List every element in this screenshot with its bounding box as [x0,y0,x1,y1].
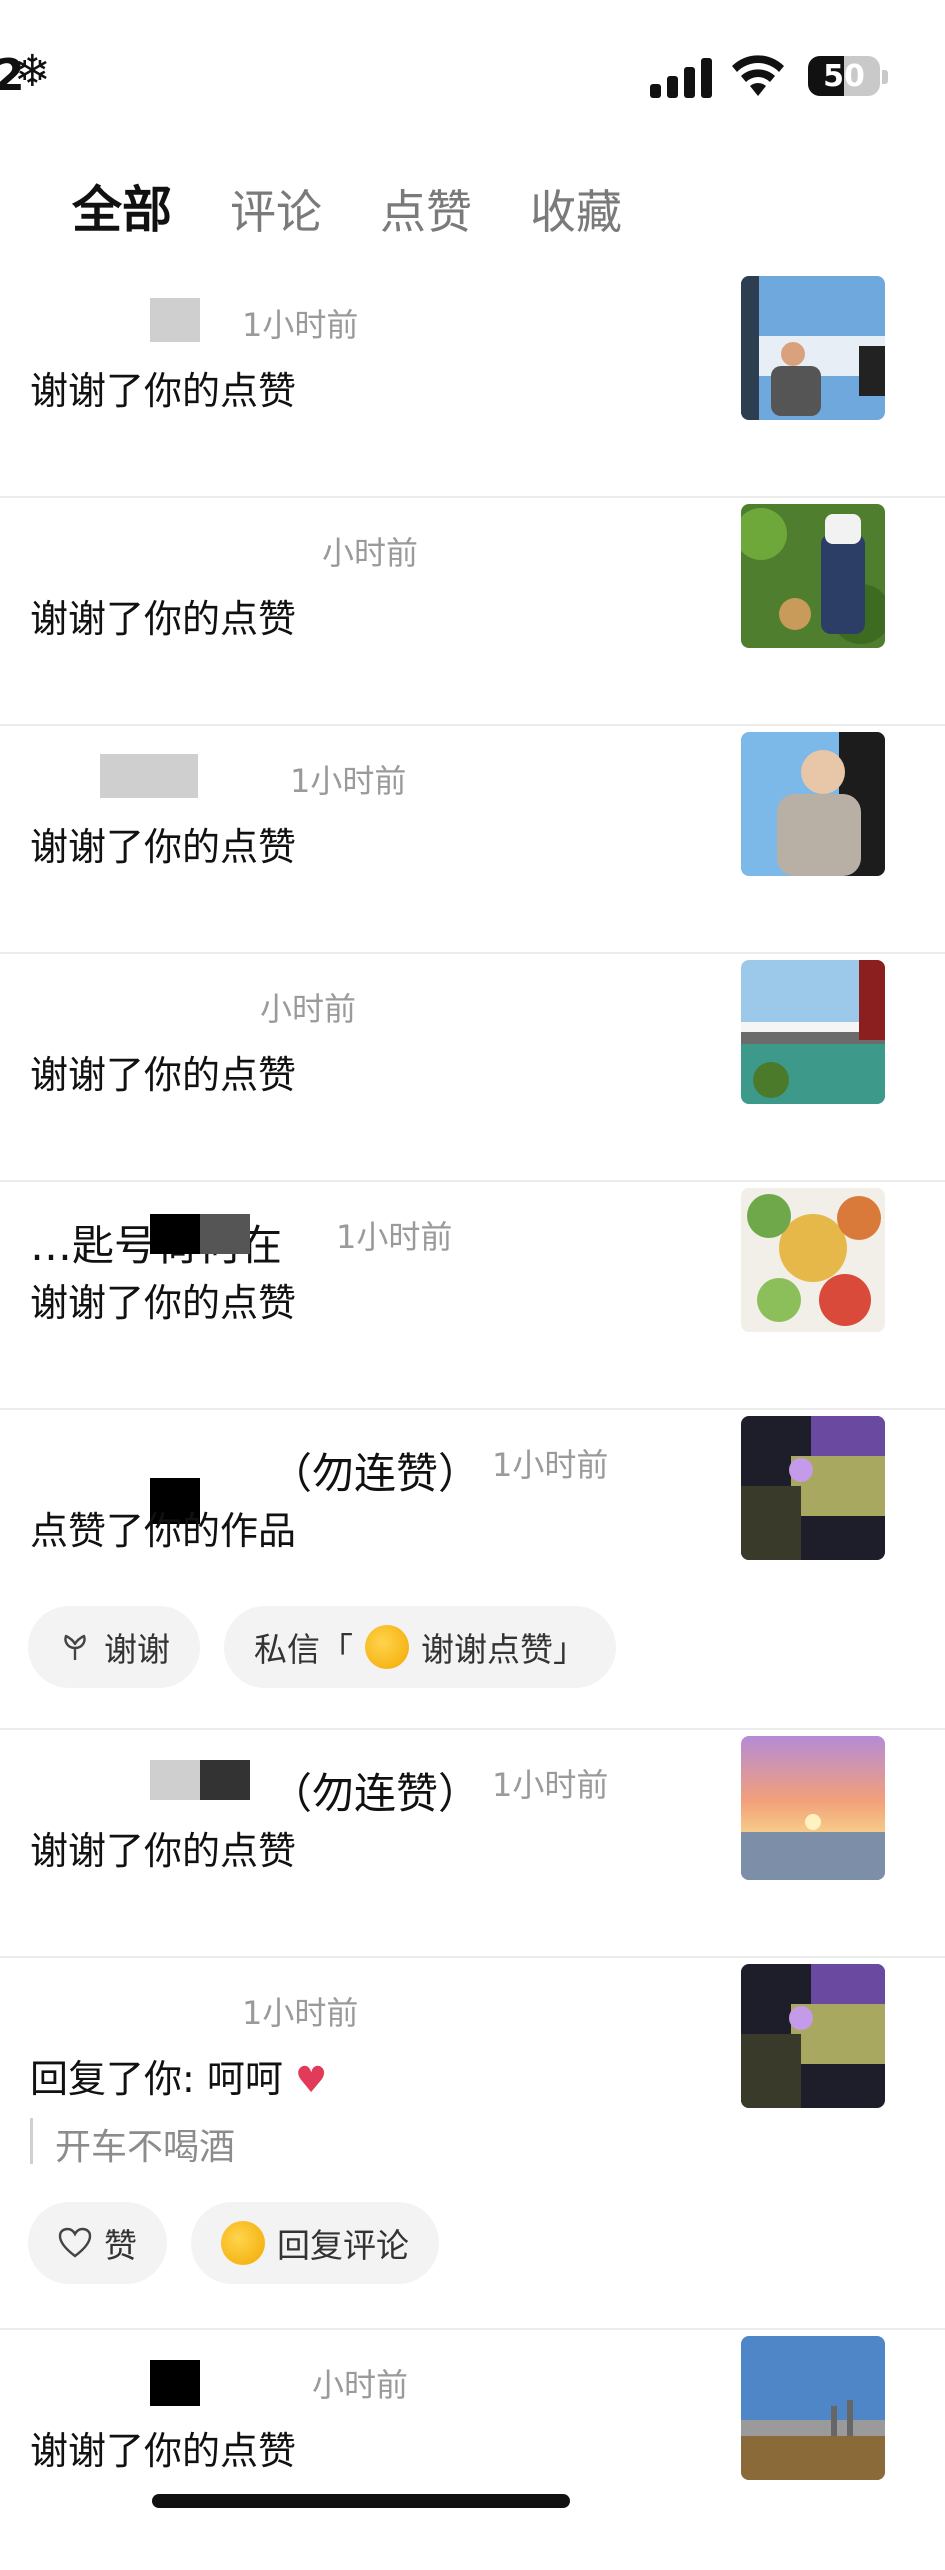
tab-favorites[interactable]: 收藏 [530,176,622,242]
post-thumbnail[interactable] [741,960,885,1104]
item-time: 1小时前 [336,1218,453,1256]
tab-likes[interactable]: 点赞 [380,176,472,242]
finger-heart-icon: ♥ [294,2060,328,2101]
redacted-name [200,1214,250,1254]
tab-comments[interactable]: 评论 [230,176,322,242]
flower-icon [64,1634,86,1660]
redacted-name [150,1760,200,1800]
item-time: 1小时前 [242,306,359,344]
post-thumbnail[interactable] [741,276,885,420]
wifi-icon [732,55,784,96]
item-username[interactable]: （勿连赞） [270,1440,480,1501]
item-message: 回复了你: 呵呵 ♥ [30,2048,327,2103]
list-item[interactable]: 1小时前 谢谢了你的点赞 [0,270,945,498]
tab-all[interactable]: 全部 [72,170,172,242]
tab-bar: 全部 评论 点赞 收藏 [72,170,622,242]
post-thumbnail[interactable] [741,1188,885,1332]
item-time: 1小时前 [242,1994,359,2032]
reply-text: 回复了你: 呵呵 [30,2057,283,2101]
item-time: 小时前 [322,534,419,572]
item-username[interactable]: （勿连赞） [270,1760,480,1821]
dm-suffix: 谢谢点赞」 [421,1630,586,1669]
list-item[interactable]: 小时前 谢谢了你的点赞 [0,954,945,1182]
action-chips: 谢谢 私信「 谢谢点赞」 [28,1606,616,1688]
list-item[interactable]: 小时前 谢谢了你的点赞 [0,498,945,726]
avatar [221,2221,265,2265]
battery-icon: 50 [808,56,880,96]
snowflake-icon: ❄ [14,46,51,97]
redacted-name [150,2360,200,2406]
battery-percentage: 50 [823,58,865,94]
list-item[interactable]: 1小时前 谢谢了你的点赞 [0,726,945,954]
list-item[interactable]: （勿连赞） 1小时前 谢谢了你的点赞 [0,1730,945,1958]
post-thumbnail[interactable] [741,504,885,648]
item-time: 1小时前 [492,1766,609,1804]
cellular-signal-icon [650,58,712,98]
reply-comment-button[interactable]: 回复评论 [191,2202,439,2284]
list-item[interactable]: 小时前 谢谢了你的点赞 [0,2330,945,2570]
like-button[interactable]: 赞 [28,2202,167,2284]
item-message: 谢谢了你的点赞 [30,369,297,413]
item-message: 谢谢了你的点赞 [30,1053,297,1097]
list-item[interactable]: …匙号荷何在 1小时前 谢谢了你的点赞 [0,1182,945,1410]
redacted-name [100,754,198,798]
status-bar: 2 ❄ 50 [0,0,945,150]
item-message: 谢谢了你的点赞 [30,597,297,641]
quoted-comment: 开车不喝酒 [30,2118,235,2168]
item-time: 1小时前 [290,762,407,800]
redacted-name [200,1760,250,1800]
reply-label: 回复评论 [277,2226,409,2265]
item-time: 1小时前 [492,1446,609,1484]
thanks-label: 谢谢 [104,1630,170,1669]
post-thumbnail[interactable] [741,2336,885,2480]
thanks-button[interactable]: 谢谢 [28,1606,200,1688]
dm-label: 私信「 [254,1630,353,1669]
action-chips: 赞 回复评论 [28,2202,439,2284]
item-message: 谢谢了你的点赞 [30,1829,297,1873]
item-time: 小时前 [260,990,357,1028]
smiling-face-icon [365,1625,409,1669]
post-thumbnail[interactable] [741,1736,885,1880]
post-thumbnail[interactable] [741,732,885,876]
post-thumbnail[interactable] [741,1416,885,1560]
list-item[interactable]: 1小时前 回复了你: 呵呵 ♥ 开车不喝酒 赞 回复评论 [0,1958,945,2330]
heart-icon [58,2227,92,2258]
list-item[interactable]: （勿连赞） 1小时前 点赞了你的作品 谢谢 私信「 谢谢点赞」 [0,1410,945,1730]
home-indicator[interactable] [152,2494,570,2508]
post-thumbnail[interactable] [741,1964,885,2108]
item-time: 小时前 [312,2366,409,2404]
item-message: 谢谢了你的点赞 [30,1281,297,1325]
redacted-name [150,298,200,342]
notification-list: 1小时前 谢谢了你的点赞 小时前 谢谢了你的点赞 1小时前 谢谢了你的点赞 小时… [0,270,945,2570]
item-message: 点赞了你的作品 [30,1509,297,1553]
like-label: 赞 [104,2226,137,2265]
item-message: 谢谢了你的点赞 [30,825,297,869]
redacted-name [150,1214,200,1254]
dm-thanks-button[interactable]: 私信「 谢谢点赞」 [224,1606,616,1688]
item-message: 谢谢了你的点赞 [30,2429,297,2473]
